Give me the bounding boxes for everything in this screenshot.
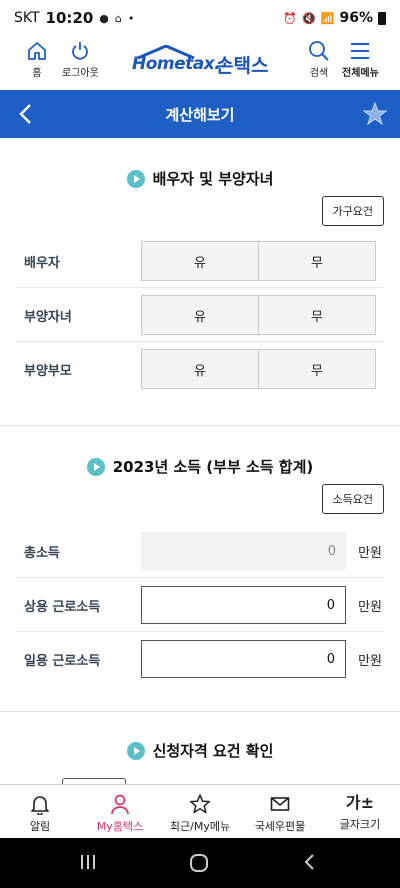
font-size-icon: 가± [345, 793, 375, 812]
no-option[interactable]: 무 [258, 296, 375, 334]
mute-icon: 🔇 [302, 11, 316, 25]
nav-font-size[interactable]: 가± 글자크기 [320, 785, 400, 838]
row-label: 부양부모 [24, 364, 72, 379]
nav-label: My홈택스 [96, 820, 144, 833]
yes-option[interactable]: 유 [142, 242, 258, 280]
clock: 10:20 [45, 9, 94, 27]
dependent-children-row: 부양자녀 유 무 [16, 288, 384, 342]
total-income-value: 0 [141, 532, 346, 570]
spouse-dependents-section: 배우자 및 부양자녀 가구요건 배우자 유 무 부양자녀 유 무 부양부모 유 … [0, 138, 400, 424]
search-button[interactable]: 검색 [307, 40, 331, 79]
eligibility-section: 신청자격 요건 확인 [0, 712, 400, 786]
income-requirement-button[interactable]: 소득요건 [321, 484, 384, 514]
daily-earned-income-input[interactable]: 0 [141, 640, 346, 678]
daily-earned-income-row: 일용 근로소득 0 만원 [16, 632, 384, 686]
dependent-parents-row: 부양부모 유 무 [16, 342, 384, 396]
search-label: 검색 [309, 68, 329, 79]
message-icon: ● [99, 11, 109, 25]
play-bullet-icon [86, 457, 105, 476]
no-option[interactable]: 무 [258, 350, 375, 388]
title-bar: 계산해보기 [0, 90, 400, 138]
nav-tax-mail[interactable]: 국세우편물 [240, 785, 320, 838]
bell-icon [31, 796, 49, 815]
play-bullet-icon [126, 741, 145, 760]
row-label: 총소득 [24, 546, 60, 561]
row-label: 배우자 [24, 256, 60, 271]
logo-korean: 손택스 [216, 55, 269, 77]
page-title: 계산해보기 [165, 106, 235, 124]
star-icon [189, 794, 211, 814]
hometax-logo[interactable]: Hometax. 손택스 [130, 44, 275, 78]
row-label: 일용 근로소득 [24, 654, 101, 669]
yes-no-toggle: 유 무 [141, 295, 376, 335]
full-menu-button[interactable]: 전체메뉴 [342, 40, 379, 79]
search-icon [309, 41, 329, 61]
nav-my-hometax[interactable]: My홈택스 [80, 785, 160, 838]
logout-label: 로그아웃 [62, 68, 99, 79]
yes-no-toggle: 유 무 [141, 349, 376, 389]
home-circle-icon[interactable] [188, 852, 210, 874]
nav-label: 국세우편물 [254, 820, 306, 833]
no-option[interactable]: 무 [258, 242, 375, 280]
recent-apps-icon[interactable] [78, 852, 98, 872]
row-label: 상용 근로소득 [24, 600, 101, 615]
system-navigation-bar [0, 838, 400, 888]
home-label: 홈 [32, 68, 42, 79]
person-icon [111, 794, 129, 815]
nav-label: 글자크기 [339, 818, 381, 831]
household-requirement-button[interactable]: 가구요건 [321, 196, 384, 226]
notification-icon: ⌂ [114, 11, 122, 25]
regular-earned-income-input[interactable]: 0 [141, 586, 346, 624]
row-label: 부양자녀 [24, 310, 72, 325]
unit-label: 만원 [358, 600, 382, 615]
section-title: 배우자 및 부양자녀 [0, 168, 400, 189]
section-title-text: 배우자 및 부양자녀 [152, 170, 274, 188]
play-bullet-icon [126, 169, 145, 188]
carrier-label: SKT [14, 10, 40, 26]
hamburger-icon [351, 43, 370, 59]
menu-label: 전체메뉴 [342, 68, 379, 79]
bottom-navigation: 알림 My홈택스 최근/My메뉴 국세우편물 가± 글자크기 [0, 784, 400, 838]
income-section: 2023년 소득 (부부 소득 합계) 소득요건 총소득 0 만원 상용 근로소… [0, 426, 400, 710]
logo-text: Hometax. [132, 54, 221, 74]
home-button[interactable]: 홈 [26, 40, 48, 79]
section-title: 신청자격 요건 확인 [0, 740, 400, 761]
nav-alerts[interactable]: 알림 [0, 785, 80, 838]
alarm-icon: ⏰ [283, 11, 298, 25]
spouse-row: 배우자 유 무 [16, 234, 384, 288]
battery-percent: 96% [339, 10, 373, 26]
section-title-text: 신청자격 요건 확인 [152, 742, 274, 760]
nav-label: 알림 [29, 820, 51, 833]
regular-earned-income-row: 상용 근로소득 0 만원 [16, 578, 384, 632]
power-icon [72, 42, 89, 60]
yes-no-toggle: 유 무 [141, 241, 376, 281]
section-title-text: 2023년 소득 (부부 소득 합계) [112, 458, 314, 476]
top-header: 홈 로그아웃 Hometax. 손택스 검색 전체메뉴 [0, 36, 400, 90]
unit-label: 만원 [358, 546, 382, 561]
yes-option[interactable]: 유 [142, 350, 258, 388]
nav-label: 최근/My메뉴 [169, 820, 231, 833]
yes-option[interactable]: 유 [142, 296, 258, 334]
status-bar: SKT 10:20 ● ⌂ • ⏰ 🔇 📶 96% [0, 0, 400, 36]
total-income-row: 총소득 0 만원 [16, 524, 384, 578]
back-nav-icon[interactable] [300, 852, 320, 872]
section-title: 2023년 소득 (부부 소득 합계) [0, 456, 400, 477]
dot-icon: • [127, 11, 135, 25]
favorite-star-icon[interactable] [362, 101, 388, 127]
wifi-icon: 📶 [320, 11, 335, 25]
home-icon [28, 42, 46, 60]
logout-button[interactable]: 로그아웃 [62, 40, 99, 79]
battery-icon [378, 11, 386, 25]
unit-label: 만원 [358, 654, 382, 669]
envelope-icon [270, 797, 290, 811]
nav-recent-menu[interactable]: 최근/My메뉴 [160, 785, 240, 838]
